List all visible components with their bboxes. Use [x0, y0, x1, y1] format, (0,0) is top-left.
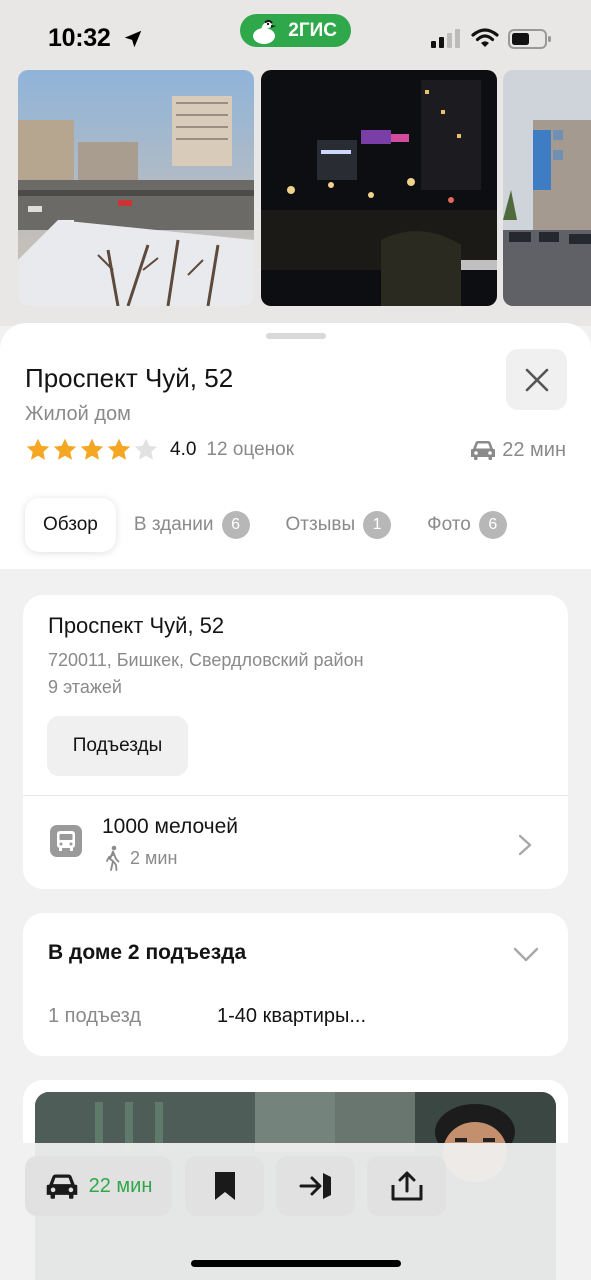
- chevron-right-icon[interactable]: [517, 833, 533, 857]
- chevron-down-icon[interactable]: [513, 947, 539, 963]
- brand-name: 2ГИС: [288, 19, 337, 41]
- login-arrow-icon: [299, 1173, 331, 1199]
- tab-photos[interactable]: Фото 6: [409, 498, 525, 552]
- bookmark-icon: [214, 1172, 235, 1200]
- star-filled-icon: [53, 438, 77, 460]
- address-card: Проспект Чуй, 52 720011, Бишкек, Свердло…: [23, 595, 568, 889]
- status-bar: 10:32 2ГИС: [0, 0, 591, 66]
- bus-stop-icon: [50, 825, 82, 857]
- tab-overview[interactable]: Обзор: [25, 498, 116, 552]
- place-card-sheet: Проспект Чуй, 52 Жилой дом 4.0 12 оценок…: [0, 323, 591, 1280]
- drive-time[interactable]: 22 мин: [470, 437, 566, 463]
- home-indicator: [191, 1260, 401, 1267]
- rating-count: 12 оценок: [206, 439, 295, 460]
- tab-label: Обзор: [43, 514, 98, 535]
- route-time: 22 мин: [88, 1174, 153, 1197]
- close-button[interactable]: [506, 349, 567, 410]
- divider: [23, 795, 568, 796]
- photo-night-city[interactable]: [261, 70, 497, 306]
- walk-time: 2 мин: [130, 847, 178, 868]
- drive-time-value: 22 мин: [502, 438, 566, 461]
- tab-label: Фото: [427, 514, 471, 535]
- tab-badge: 6: [221, 511, 250, 539]
- address-title: Проспект Чуй, 52: [48, 613, 225, 638]
- drag-handle[interactable]: [266, 333, 326, 339]
- photo-daytime-street[interactable]: [18, 70, 254, 306]
- rating-row[interactable]: 4.0 12 оценок: [25, 437, 294, 463]
- bottom-toolbar: 22 мин: [0, 1143, 591, 1280]
- star-filled-icon: [107, 438, 131, 460]
- battery-icon: [508, 29, 551, 49]
- location-arrow-icon: [124, 30, 142, 48]
- goose-logo-icon: [253, 19, 276, 44]
- car-icon: [471, 441, 496, 460]
- cellular-signal-icon: [431, 29, 460, 48]
- rating-value: 4.0: [170, 439, 197, 460]
- tab-badge: 1: [363, 511, 392, 539]
- status-time: 10:32: [48, 24, 111, 52]
- entrance-label: 1 подъезд: [48, 1005, 142, 1027]
- address-detail: 720011, Бишкек, Свердловский район: [48, 650, 364, 670]
- share-button[interactable]: [367, 1156, 446, 1216]
- tab-badge: 6: [478, 511, 507, 539]
- entrances-button[interactable]: Подъезды: [47, 716, 188, 776]
- entrances-card[interactable]: В доме 2 подъезда 1 подъезд 1-40 квартир…: [23, 913, 568, 1056]
- walking-person-icon: [106, 845, 120, 871]
- tab-reviews[interactable]: Отзывы 1: [268, 498, 410, 552]
- close-icon: [525, 368, 548, 391]
- tab-bar: Обзор В здании 6 Отзывы 1 Фото 6: [25, 498, 525, 552]
- bookmark-button[interactable]: [185, 1156, 264, 1216]
- brand-logo: 2ГИС: [240, 14, 351, 47]
- star-empty-icon: [134, 438, 158, 460]
- star-filled-icon: [80, 438, 104, 460]
- photo-gallery[interactable]: [0, 66, 591, 326]
- tab-label: В здании: [133, 514, 214, 535]
- entrances-title: В доме 2 подъезда: [48, 941, 247, 964]
- place-title: Проспект Чуй, 52: [25, 363, 234, 393]
- wifi-icon: [471, 28, 499, 47]
- place-category: Жилой дом: [25, 403, 131, 425]
- share-icon: [391, 1171, 422, 1201]
- walk-time-row: 2 мин: [104, 845, 177, 871]
- tab-label: Отзывы: [285, 514, 356, 535]
- route-button[interactable]: 22 мин: [25, 1156, 172, 1216]
- photo-street-buildings[interactable]: [503, 70, 591, 306]
- entrance-apartments: 1-40 квартиры...: [217, 1005, 367, 1027]
- star-filled-icon: [26, 438, 50, 460]
- car-icon: [46, 1174, 77, 1199]
- nearest-stop-name[interactable]: 1000 мелочей: [102, 815, 238, 839]
- sheet-header: Проспект Чуй, 52 Жилой дом 4.0 12 оценок…: [0, 323, 591, 569]
- enter-button[interactable]: [276, 1156, 355, 1216]
- floors-count: 9 этажей: [48, 677, 122, 697]
- tab-in-building[interactable]: В здании 6: [116, 498, 268, 552]
- rating-stars: [25, 437, 160, 463]
